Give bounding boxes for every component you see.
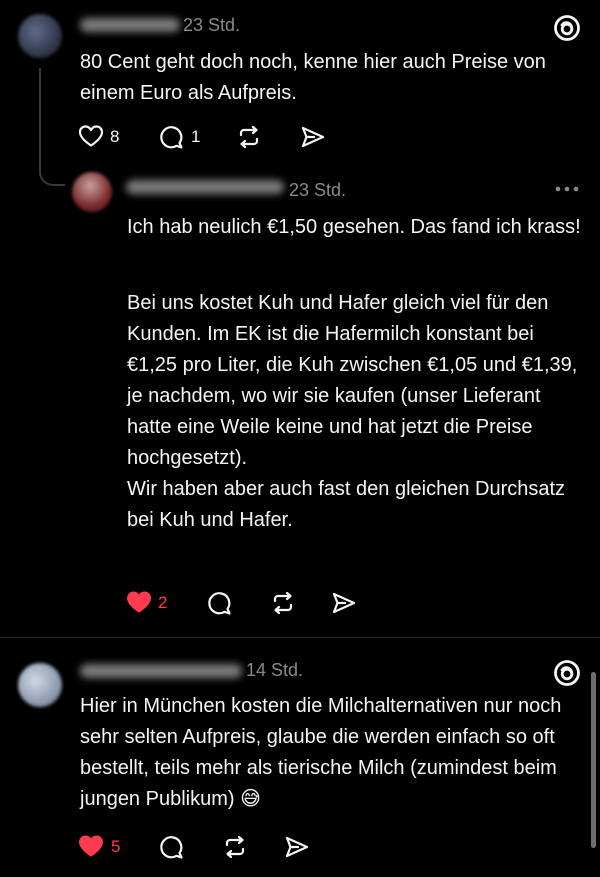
repost-icon [239, 125, 259, 149]
like-button[interactable] [78, 834, 104, 858]
username-blurred[interactable] [80, 18, 180, 32]
share-button[interactable] [300, 124, 326, 150]
like-count: 8 [110, 127, 120, 146]
action-bar: 8 1 [78, 124, 338, 152]
like-button[interactable] [126, 590, 152, 614]
repost-button[interactable] [270, 590, 296, 616]
more-icon[interactable] [554, 184, 580, 194]
share-button[interactable] [284, 834, 310, 860]
heart-icon [78, 125, 104, 147]
heart-icon [127, 591, 151, 613]
scrollbar[interactable] [591, 672, 596, 848]
username-blurred[interactable] [126, 180, 284, 194]
post-time: 23 Std. [289, 180, 347, 200]
thread-line [39, 68, 41, 172]
thread-connector-curve [39, 160, 65, 186]
speech-bubble-icon [160, 126, 183, 149]
avatar[interactable] [72, 172, 112, 212]
repost-button[interactable] [222, 834, 248, 860]
post-time: 14 Std. [246, 660, 304, 680]
post-text: 80 Cent geht doch noch, kenne hier auch … [80, 51, 546, 104]
like-button[interactable] [78, 124, 104, 148]
post-paragraph-2: Bei uns kostet Kuh und Hafer gleich viel… [127, 292, 578, 531]
like-count: 2 [158, 593, 168, 612]
like-count: 5 [111, 837, 121, 856]
reply-button[interactable] [158, 124, 184, 150]
action-bar: 2 [126, 590, 386, 618]
send-icon [285, 836, 309, 858]
reply-button[interactable] [206, 590, 232, 616]
post-text: Hier in München kosten die Milchalternat… [80, 695, 562, 810]
threads-logo-icon[interactable] [553, 659, 581, 687]
speech-bubble-icon [208, 592, 231, 615]
reply-count: 1 [191, 127, 201, 146]
avatar[interactable] [18, 14, 62, 58]
repost-icon [273, 591, 293, 615]
threads-logo-icon[interactable] [553, 14, 581, 42]
reply-button[interactable] [158, 834, 184, 860]
heart-icon [79, 835, 103, 857]
send-icon [301, 126, 325, 148]
repost-button[interactable] [236, 124, 262, 150]
send-icon [332, 592, 356, 614]
repost-icon [225, 835, 245, 859]
username-blurred[interactable] [80, 664, 242, 678]
post-time: 23 Std. [183, 15, 241, 35]
share-button[interactable] [331, 590, 357, 616]
post-paragraph-1: Ich hab neulich €1,50 gesehen. Das fand … [127, 216, 581, 238]
avatar[interactable] [18, 663, 62, 707]
speech-bubble-icon [160, 836, 183, 859]
action-bar: 5 [78, 834, 338, 862]
post-divider [0, 637, 600, 638]
